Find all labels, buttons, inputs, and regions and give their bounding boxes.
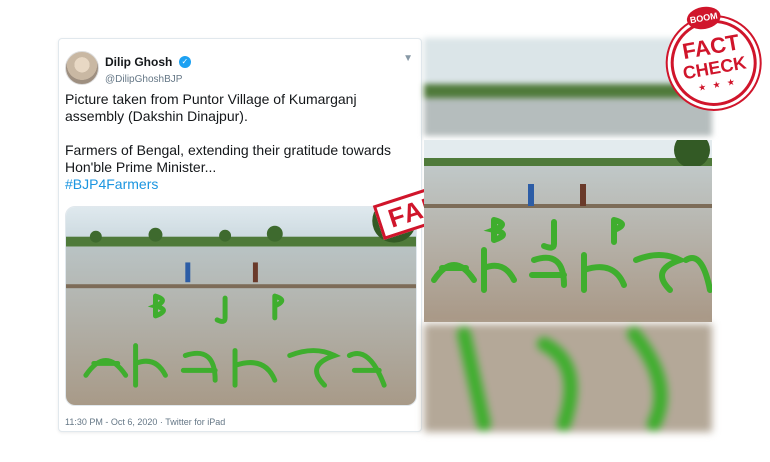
tweet-text-line: Hon'ble Prime Minister... <box>65 159 217 175</box>
tweet-text-line: Farmers of Bengal, extending their grati… <box>65 142 392 158</box>
tweet-timestamp[interactable]: 11:30 PM - Oct 6, 2020 · Twitter for iPa… <box>65 417 225 427</box>
author-handle[interactable]: @DilipGhoshBJP <box>105 74 191 85</box>
tweet-author: Dilip Ghosh ✓ @DilipGhoshBJP <box>105 53 191 85</box>
tweet-card: Dilip Ghosh ✓ @DilipGhoshBJP ▼ Picture t… <box>58 38 422 432</box>
collage-photo-middle <box>424 140 712 322</box>
tweet-text-line: assembly (Dakshin Dinajpur). <box>65 108 248 124</box>
verified-badge-icon: ✓ <box>178 55 191 68</box>
chevron-down-icon[interactable]: ▼ <box>403 53 413 64</box>
page-canvas: Dilip Ghosh ✓ @DilipGhoshBJP ▼ Picture t… <box>0 0 770 462</box>
collage-photo-bottom <box>424 324 712 432</box>
avatar[interactable] <box>65 51 99 85</box>
fact-check-badge: BOOM FACT CHECK ★ ★ ★ <box>656 0 770 120</box>
tweet-photo[interactable] <box>65 206 417 406</box>
paddy-field-photo <box>66 207 416 405</box>
tweet-text-line: Picture taken from Puntor Village of Kum… <box>65 91 357 107</box>
tweet-text: Picture taken from Puntor Village of Kum… <box>65 91 415 193</box>
author-name[interactable]: Dilip Ghosh <box>105 55 172 69</box>
hashtag-link[interactable]: #BJP4Farmers <box>65 176 415 193</box>
